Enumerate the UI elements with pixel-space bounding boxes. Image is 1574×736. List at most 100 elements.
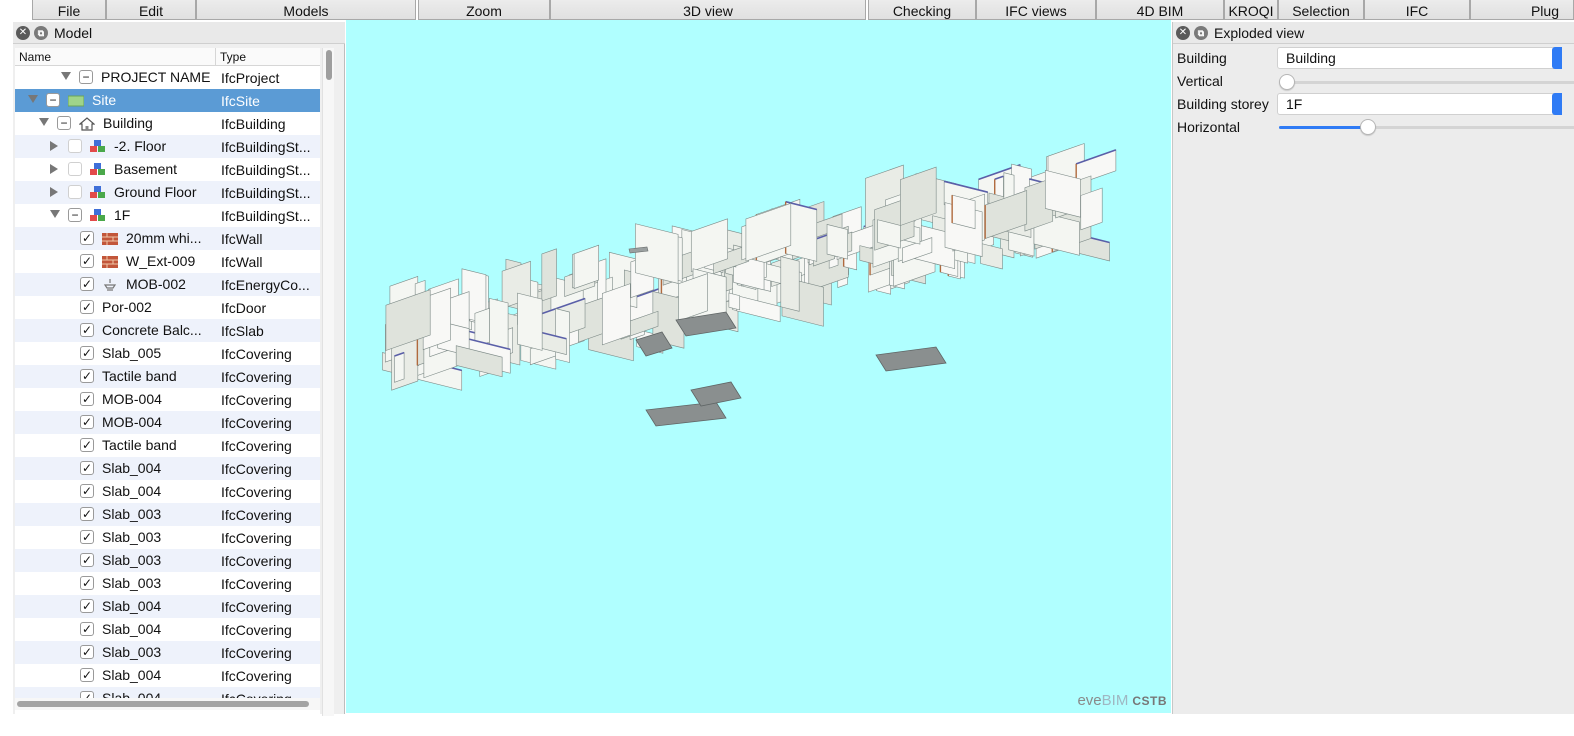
tree-row[interactable]: − PROJECT NAME IfcProject [15, 66, 320, 89]
tab-checking[interactable]: Checking [868, 0, 976, 20]
storey-select[interactable]: 1F [1277, 93, 1562, 115]
tree-row[interactable]: ✓ Slab_004 IfcCovering [15, 595, 320, 618]
tab-file[interactable]: File [32, 0, 106, 20]
collapse-arrow-icon[interactable] [50, 210, 60, 218]
visibility-checkbox[interactable]: ✓ [80, 507, 94, 521]
collapse-arrow-icon[interactable] [61, 72, 71, 80]
tree-row[interactable]: ✓ Por-002 IfcDoor [15, 296, 320, 319]
tab-ifc[interactable]: IFC [1364, 0, 1470, 20]
horizontal-slider-knob[interactable] [1359, 119, 1376, 135]
tree-row[interactable]: ✓ 20mm whi... IfcWall [15, 227, 320, 250]
tree-row[interactable]: ✓ Tactile band IfcCovering [15, 365, 320, 388]
tree-row[interactable]: ✓ Concrete Balc... IfcSlab [15, 319, 320, 342]
visibility-checkbox[interactable] [68, 162, 82, 176]
building-select[interactable]: Building [1277, 47, 1562, 69]
tree-row[interactable]: -2. Floor IfcBuildingSt... [15, 135, 320, 158]
visibility-checkbox[interactable]: − [79, 70, 93, 84]
visibility-checkbox[interactable]: ✓ [80, 231, 94, 245]
tree-row[interactable]: ✓ Slab_003 IfcCovering [15, 549, 320, 572]
tab-edit[interactable]: Edit [106, 0, 196, 20]
tree-row[interactable]: ✓ Slab_004 IfcCovering [15, 480, 320, 503]
tab-models[interactable]: Models [196, 0, 416, 20]
tab-plug[interactable]: Plug [1470, 0, 1574, 20]
visibility-checkbox[interactable]: − [46, 93, 60, 107]
3d-viewport[interactable]: eveBIM CSTB [346, 20, 1171, 713]
column-header-name[interactable]: Name [15, 48, 216, 65]
tree-row[interactable]: ✓ Slab_003 IfcCovering [15, 526, 320, 549]
tree-row[interactable]: ✓ Tactile band IfcCovering [15, 434, 320, 457]
tree-row[interactable]: Basement IfcBuildingSt... [15, 158, 320, 181]
name-cell: ✓ MOB-004 [15, 388, 217, 411]
expand-arrow-icon[interactable] [50, 164, 58, 174]
building-model-render[interactable] [346, 20, 1171, 713]
visibility-checkbox[interactable]: ✓ [80, 599, 94, 613]
close-icon[interactable]: ✕ [16, 25, 30, 40]
tree-row[interactable]: ✓ Slab_004 IfcCovering [15, 618, 320, 641]
node-type: IfcCovering [221, 460, 292, 477]
expand-arrow-icon[interactable] [50, 187, 58, 197]
visibility-checkbox[interactable] [68, 185, 82, 199]
tree-row[interactable]: ✓ MOB-002 IfcEnergyCo... [15, 273, 320, 296]
collapse-arrow-icon[interactable] [39, 118, 49, 126]
node-name: Ground Floor [114, 184, 197, 200]
tab-4d-bim[interactable]: 4D BIM [1096, 0, 1224, 20]
chevron-down-icon[interactable] [1552, 47, 1562, 69]
visibility-checkbox[interactable]: ✓ [80, 530, 94, 544]
close-icon[interactable]: ✕ [1176, 25, 1190, 40]
tree-row[interactable]: ✓ MOB-004 IfcCovering [15, 388, 320, 411]
tree-row[interactable]: ✓ Slab_004 IfcCovering [15, 664, 320, 687]
visibility-checkbox[interactable]: ✓ [80, 668, 94, 682]
visibility-checkbox[interactable]: ✓ [80, 438, 94, 452]
vertical-slider[interactable] [1279, 74, 1574, 90]
tree-row[interactable]: ✓ Slab_003 IfcCovering [15, 641, 320, 664]
tree-row[interactable]: Ground Floor IfcBuildingSt... [15, 181, 320, 204]
visibility-checkbox[interactable]: ✓ [80, 346, 94, 360]
horizontal-scrollbar[interactable] [15, 698, 320, 710]
visibility-checkbox[interactable]: − [68, 208, 82, 222]
visibility-checkbox[interactable]: ✓ [80, 300, 94, 314]
visibility-checkbox[interactable]: ✓ [80, 484, 94, 498]
collapse-arrow-icon[interactable] [28, 95, 38, 103]
float-icon[interactable]: ⧉ [1194, 25, 1208, 40]
visibility-checkbox[interactable]: − [57, 116, 71, 130]
tree-row[interactable]: ✓ Slab_003 IfcCovering [15, 572, 320, 595]
visibility-checkbox[interactable]: ✓ [80, 369, 94, 383]
expand-arrow-icon[interactable] [50, 141, 58, 151]
scroll-thumb[interactable] [17, 701, 309, 707]
visibility-checkbox[interactable] [68, 139, 82, 153]
horizontal-slider[interactable] [1279, 119, 1574, 135]
model-tree[interactable]: Name Type − PROJECT NAME IfcProject − Site If… [15, 48, 320, 716]
tree-row[interactable]: ✓ Slab_005 IfcCovering [15, 342, 320, 365]
vertical-slider-knob[interactable] [1279, 74, 1295, 90]
visibility-checkbox[interactable]: ✓ [80, 323, 94, 337]
visibility-checkbox[interactable]: ✓ [80, 277, 94, 291]
column-header-type[interactable]: Type [216, 48, 246, 65]
tree-row[interactable]: ✓ MOB-004 IfcCovering [15, 411, 320, 434]
visibility-checkbox[interactable]: ✓ [80, 622, 94, 636]
visibility-checkbox[interactable]: ✓ [80, 461, 94, 475]
node-type: IfcBuildingSt... [221, 138, 311, 155]
tree-row[interactable]: ✓ W_Ext-009 IfcWall [15, 250, 320, 273]
tab-selection[interactable]: Selection [1278, 0, 1364, 20]
chevron-down-icon[interactable] [1552, 93, 1562, 115]
float-icon[interactable]: ⧉ [34, 25, 48, 40]
tree-row[interactable]: − Site IfcSite [15, 89, 320, 112]
tab-kroqi[interactable]: KROQI [1224, 0, 1278, 20]
tab-zoom[interactable]: Zoom [418, 0, 550, 20]
node-name: Slab_004 [102, 460, 162, 476]
tree-row[interactable]: ✓ Slab_004 IfcCovering [15, 457, 320, 480]
tab-3d-view[interactable]: 3D view [550, 0, 866, 20]
storey-icon [90, 186, 105, 198]
visibility-checkbox[interactable]: ✓ [80, 553, 94, 567]
tab-ifc-views[interactable]: IFC views [976, 0, 1096, 20]
visibility-checkbox[interactable]: ✓ [80, 576, 94, 590]
tree-row[interactable]: ✓ Slab_003 IfcCovering [15, 503, 320, 526]
visibility-checkbox[interactable]: ✓ [80, 392, 94, 406]
visibility-checkbox[interactable]: ✓ [80, 415, 94, 429]
scroll-thumb[interactable] [326, 50, 332, 80]
visibility-checkbox[interactable]: ✓ [80, 645, 94, 659]
tree-row[interactable]: − 1F IfcBuildingSt... [15, 204, 320, 227]
tree-row[interactable]: − Building IfcBuilding [15, 112, 320, 135]
visibility-checkbox[interactable]: ✓ [80, 254, 94, 268]
vertical-scrollbar[interactable] [322, 48, 334, 716]
